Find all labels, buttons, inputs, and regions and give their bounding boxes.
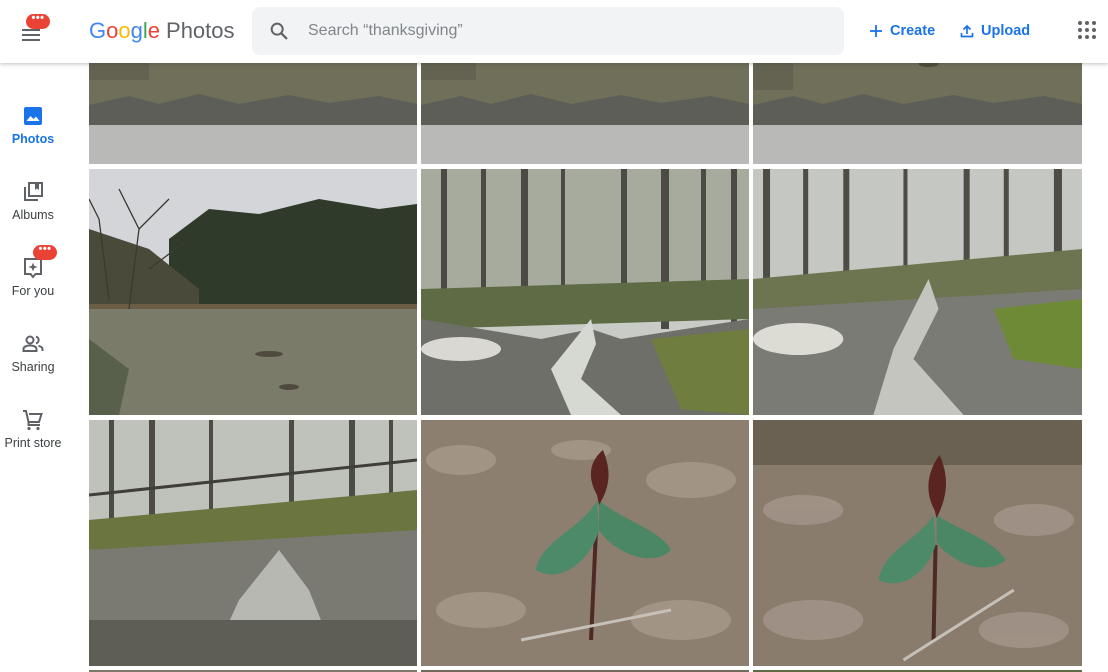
sidebar-item-print-store[interactable]: Print store	[0, 408, 66, 472]
google-apps-button[interactable]	[1078, 21, 1098, 41]
albums-icon	[24, 182, 43, 201]
photo-thumbnail[interactable]	[753, 420, 1082, 666]
cart-icon	[23, 410, 43, 431]
logo-product-name: Photos	[166, 18, 235, 43]
sidebar-item-sharing[interactable]: Sharing	[0, 332, 66, 396]
sidebar-item-label: Print store	[4, 436, 62, 450]
photo-thumbnail[interactable]	[89, 169, 417, 415]
lake-with-forest-photo	[89, 169, 417, 415]
hamburger-icon	[22, 29, 40, 31]
forest-creek-waterfall-photo	[753, 169, 1082, 415]
top-app-bar: ••• GooglePhotos Create Upload	[0, 0, 1108, 63]
apps-dot	[1092, 35, 1096, 39]
search-bar[interactable]	[252, 7, 844, 55]
logo-letter: o	[118, 18, 131, 43]
apps-dot	[1092, 28, 1096, 32]
sidebar-item-label: Photos	[11, 132, 55, 146]
logo-letter: G	[89, 18, 107, 43]
sidebar-item-for-you[interactable]: ••• For you	[0, 244, 66, 320]
logo-letter: o	[106, 18, 119, 43]
trillium-flower-photo	[421, 420, 749, 666]
upload-label: Upload	[981, 23, 1031, 39]
apps-dot	[1085, 35, 1089, 39]
photo-thumbnail[interactable]	[753, 169, 1082, 415]
sharing-icon	[22, 335, 44, 352]
apps-dot	[1078, 35, 1082, 39]
sidebar-item-label: Albums	[12, 208, 54, 222]
trillium-flower-photo	[753, 420, 1082, 666]
logo-letter: g	[130, 18, 143, 43]
main-menu-button[interactable]: •••	[18, 13, 50, 45]
photo-icon	[24, 107, 42, 125]
hamburger-icon-bar	[22, 34, 40, 36]
upload-icon	[960, 24, 974, 38]
forest-creek-waterfall-photo	[421, 169, 749, 415]
search-input[interactable]	[308, 7, 828, 55]
photo-grid	[89, 0, 1082, 672]
hamburger-icon-bar	[22, 39, 40, 41]
photo-thumbnail[interactable]	[89, 420, 417, 666]
plus-icon	[870, 25, 882, 37]
sidebar-item-photos[interactable]: Photos	[0, 104, 66, 168]
apps-dot	[1078, 21, 1082, 25]
sidebar-item-albums[interactable]: Albums	[0, 180, 66, 244]
photo-thumbnail[interactable]	[421, 169, 749, 415]
upload-button[interactable]: Upload	[959, 20, 1030, 42]
sidebar-item-label: Sharing	[11, 360, 55, 374]
apps-dot	[1085, 28, 1089, 32]
side-navigation: Photos Albums ••• For you Sharing Print …	[0, 63, 80, 672]
for-you-badge: •••	[33, 244, 57, 260]
search-icon[interactable]	[268, 20, 290, 42]
creek-low-angle-photo	[89, 420, 417, 666]
sidebar-item-label: For you	[11, 284, 55, 298]
photo-thumbnail[interactable]	[421, 420, 749, 666]
logo-letter: e	[147, 18, 161, 43]
apps-dot	[1092, 21, 1096, 25]
create-label: Create	[890, 23, 936, 39]
create-button[interactable]: Create	[868, 20, 935, 42]
notification-badge: •••	[26, 13, 50, 29]
google-photos-logo[interactable]: Google Photos	[89, 17, 235, 45]
apps-dot	[1085, 21, 1089, 25]
apps-dot	[1078, 28, 1082, 32]
